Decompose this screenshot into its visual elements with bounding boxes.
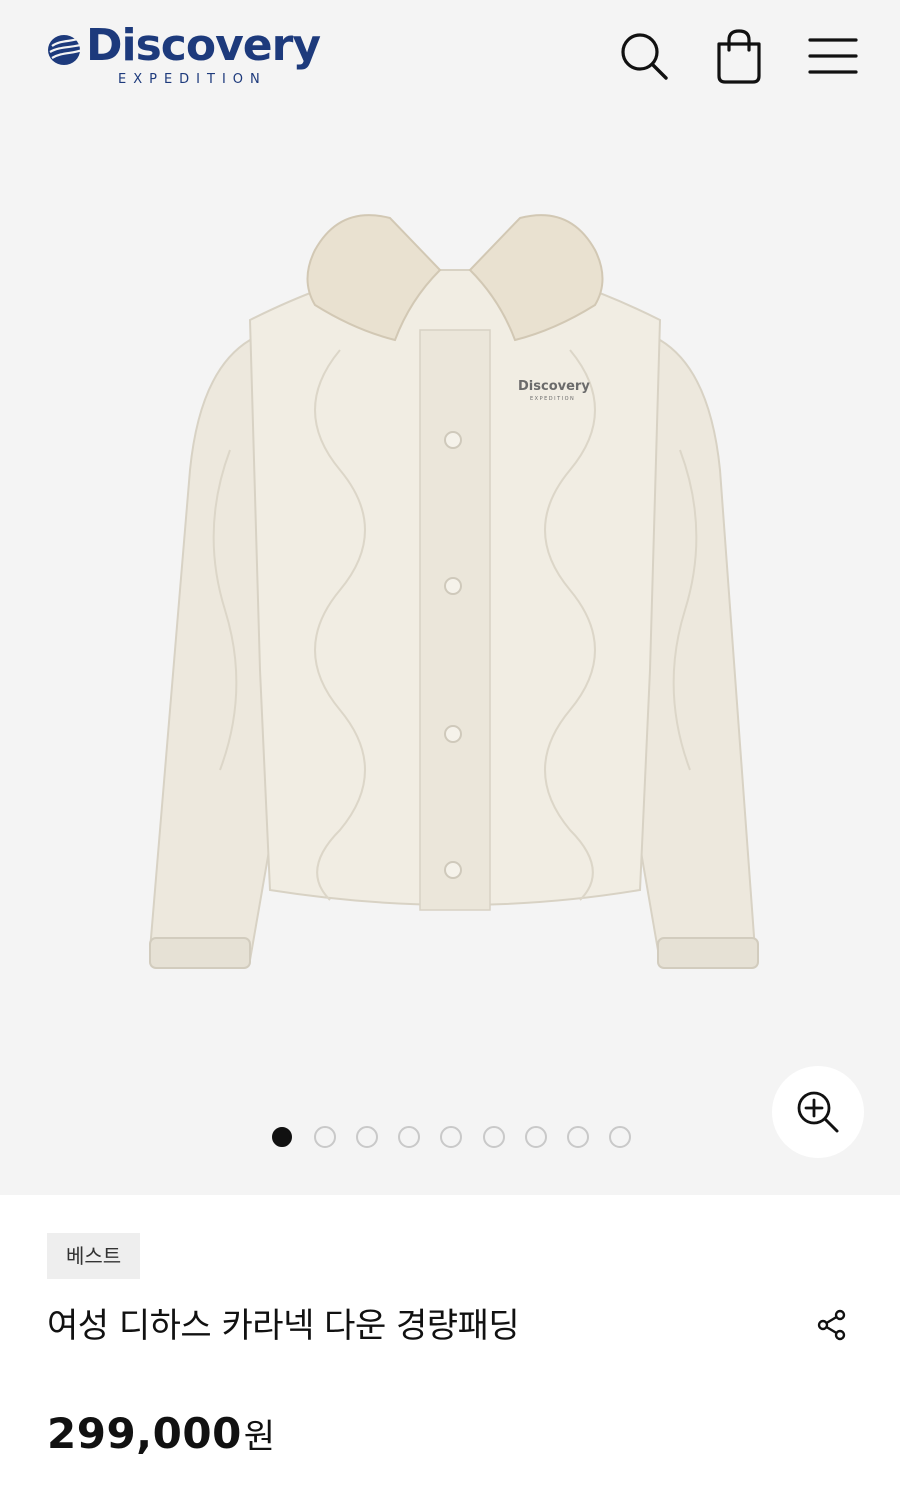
search-icon bbox=[621, 33, 668, 80]
carousel-dot-9[interactable] bbox=[609, 1126, 631, 1148]
jacket-chest-logo: Discovery bbox=[518, 379, 590, 394]
carousel-dot-2[interactable] bbox=[314, 1126, 336, 1148]
menu-icon bbox=[808, 38, 858, 74]
product-image[interactable]: Discovery EXPEDITION bbox=[140, 210, 770, 980]
product-gallery[interactable]: Discovery EXPEDITION Discovery EXPEDITIO… bbox=[0, 0, 900, 1195]
best-badge: 베스트 bbox=[47, 1233, 141, 1279]
share-icon bbox=[817, 1309, 846, 1341]
site-header: Discovery EXPEDITION bbox=[0, 0, 900, 110]
product-info: 베스트 여성 디하스 카라넥 다운 경량패딩 299,000원 bbox=[0, 1195, 900, 1500]
product-title: 여성 디하스 카라넥 다운 경량패딩 bbox=[47, 1306, 520, 1346]
menu-button[interactable] bbox=[803, 26, 863, 86]
carousel-dot-5[interactable] bbox=[440, 1126, 462, 1148]
brand-wordmark: Discovery bbox=[86, 20, 321, 71]
carousel-indicators bbox=[0, 1124, 900, 1148]
product-price: 299,000원 bbox=[47, 1409, 275, 1458]
carousel-dot-6[interactable] bbox=[483, 1126, 505, 1148]
carousel-dot-3[interactable] bbox=[356, 1126, 378, 1148]
carousel-dot-7[interactable] bbox=[525, 1126, 547, 1148]
brand-subtitle: EXPEDITION bbox=[118, 72, 267, 87]
carousel-dot-1[interactable] bbox=[272, 1127, 292, 1147]
zoom-button[interactable] bbox=[772, 1066, 864, 1158]
carousel-dot-8[interactable] bbox=[567, 1126, 589, 1148]
price-currency: 원 bbox=[243, 1417, 276, 1457]
globe-logo-icon bbox=[48, 35, 85, 65]
share-button[interactable] bbox=[808, 1301, 856, 1349]
jacket-chest-logo-sub: EXPEDITION bbox=[530, 396, 575, 402]
zoom-in-icon bbox=[797, 1091, 839, 1133]
brand-logo[interactable]: Discovery EXPEDITION bbox=[46, 20, 326, 90]
price-amount: 299,000 bbox=[47, 1409, 242, 1458]
carousel-dot-4[interactable] bbox=[398, 1126, 420, 1148]
search-button[interactable] bbox=[614, 26, 674, 86]
shopping-bag-icon bbox=[717, 29, 761, 84]
cart-button[interactable] bbox=[709, 26, 769, 86]
